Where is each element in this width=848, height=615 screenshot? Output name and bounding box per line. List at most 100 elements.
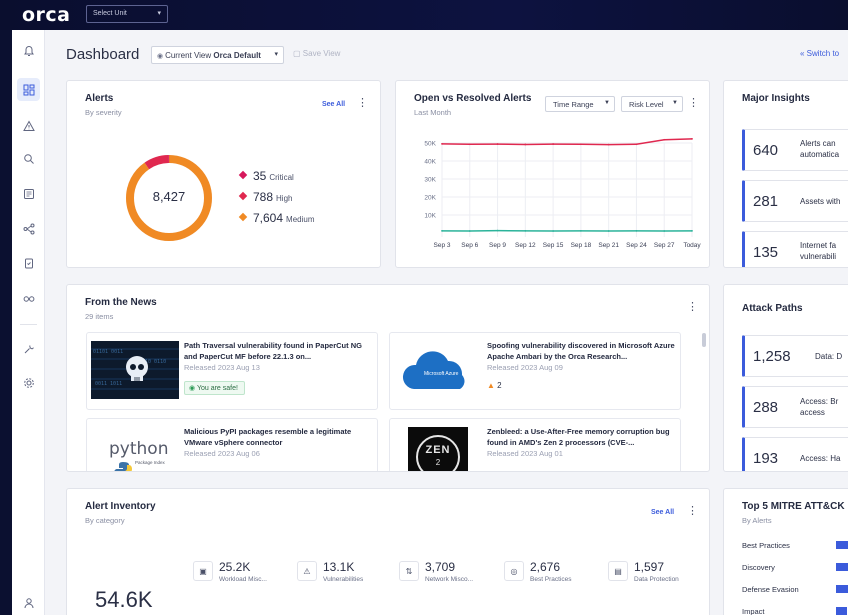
page-title: Dashboard — [66, 46, 140, 63]
series-point — [468, 230, 471, 232]
medium-label: Medium — [286, 215, 315, 224]
inventory-see-all-link[interactable]: See All — [651, 509, 674, 516]
zen-chip-image: ZEN 2 — [408, 427, 468, 471]
series-point — [552, 143, 555, 145]
unit-select-label: Select Unit — [93, 10, 127, 17]
x-tick-label: Today — [683, 242, 701, 249]
switch-to-label: Switch to — [806, 49, 840, 58]
insight-item[interactable]: 281 Assets with — [742, 180, 848, 222]
news-thumbnail: Microsoft Azure — [394, 341, 482, 399]
app-frame: Dashboard ◉ Current View Orca Default ▾ … — [12, 30, 848, 615]
current-view-dropdown[interactable]: ◉ Current View Orca Default ▾ — [151, 46, 284, 64]
alert-triangle-icon[interactable] — [17, 114, 40, 137]
warning-icon: ▲ — [487, 381, 498, 390]
news-scrollbar[interactable] — [702, 333, 706, 347]
alerts-critical-row[interactable]: 35 Critical — [238, 169, 294, 183]
alert-count: 2 — [497, 381, 502, 390]
series-point — [635, 229, 638, 232]
select-unit-dropdown[interactable]: Select Unit ▾ — [86, 5, 168, 23]
inventory-icon[interactable] — [17, 182, 40, 205]
major-insights-card: Major Insights 640 Alerts can automatica… — [723, 80, 848, 268]
alerts-subtitle: By severity — [85, 108, 122, 117]
alerts-card: Alerts By severity See All ⋮ 8,427 35 Cri… — [66, 80, 381, 268]
insight-text: Alerts can automatica — [800, 139, 840, 159]
gear-icon[interactable] — [17, 371, 40, 394]
news-thumbnail: python Package Index — [91, 427, 179, 471]
attack-path-item[interactable]: 1,258 Data: D — [742, 335, 848, 377]
series-point — [691, 229, 693, 232]
risk-level-label: Risk Level — [629, 100, 664, 109]
alerts-title: Alerts — [85, 93, 114, 104]
series-point — [635, 143, 638, 146]
glasses-icon[interactable] — [17, 286, 40, 309]
news-item[interactable]: ZEN 2 Zenbleed: a Use-After-Free memory … — [389, 418, 681, 471]
alerts-high-row[interactable]: 788 High — [238, 190, 293, 204]
current-view-name: Orca Default — [213, 51, 261, 60]
python-wordmark: python — [109, 439, 169, 459]
save-view-label: Save View — [302, 49, 341, 58]
azure-caption: Microsoft Azure — [424, 371, 459, 377]
insight-item[interactable]: 640 Alerts can automatica — [742, 129, 848, 171]
time-range-dropdown[interactable]: Time Range ▼ — [545, 96, 615, 112]
high-label: High — [276, 194, 293, 203]
inventory-title: Alert Inventory — [85, 501, 156, 512]
x-tick-label: Sep 3 — [434, 242, 451, 249]
mitre-bar[interactable] — [836, 541, 848, 549]
mitre-title: Top 5 MITRE ATT&CK — [742, 501, 845, 512]
dashboard-icon[interactable] — [17, 78, 40, 101]
news-card: From the News 29 items ⋮ 01101 0011 1010 … — [66, 284, 710, 472]
mitre-bar[interactable] — [836, 563, 848, 571]
clipboard-icon[interactable] — [17, 251, 40, 274]
news-item[interactable]: 01101 0011 1010 0110 0011 1011 Path Traver… — [86, 332, 378, 410]
high-value: 788 — [253, 190, 274, 204]
stat-label: Vulnerabilities — [323, 576, 364, 583]
more-options-icon[interactable]: ⋮ — [687, 302, 698, 313]
news-headline: Path Traversal vulnerability found in Pa… — [184, 341, 362, 361]
alert-inventory-card: Alert Inventory By category See All ⋮ 54… — [66, 488, 710, 615]
insight-value: 281 — [753, 193, 779, 210]
open-vs-resolved-card: Open vs Resolved Alerts Last Month Time … — [395, 80, 710, 268]
inventory-total: 54.6K — [95, 587, 153, 612]
stat-value: 13.1K — [323, 560, 355, 574]
more-options-icon[interactable]: ⋮ — [687, 506, 698, 517]
python-package-index-caption: Package Index — [135, 460, 165, 465]
top-bar: orca Select Unit ▾ — [0, 0, 848, 30]
more-options-icon[interactable]: ⋮ — [357, 98, 368, 109]
stat-label: Best Practices — [530, 576, 572, 583]
risk-level-dropdown[interactable]: Risk Level ▼ — [621, 96, 683, 112]
graph-icon[interactable] — [17, 217, 40, 240]
mitre-bar[interactable] — [836, 585, 848, 593]
eye-icon: ◉ — [157, 53, 166, 60]
user-icon[interactable] — [17, 591, 40, 614]
more-options-icon[interactable]: ⋮ — [688, 98, 699, 109]
orca-logo[interactable]: orca — [22, 4, 71, 26]
switch-to-link[interactable]: « Switch to — [800, 49, 839, 58]
news-item[interactable]: Microsoft Azure Spoofing vulnerability d… — [389, 332, 681, 410]
search-icon[interactable] — [17, 147, 40, 170]
mitre-bar[interactable] — [836, 607, 847, 615]
x-tick-label: Sep 27 — [654, 242, 675, 249]
insight-value: 640 — [753, 142, 779, 159]
zen-caption-number: 2 — [435, 458, 441, 467]
save-view-button[interactable]: ▢ Save View — [293, 49, 340, 58]
news-item[interactable]: python Package Index Malicious PyPI pack… — [86, 418, 378, 471]
zen-caption: ZEN — [425, 444, 451, 456]
y-tick-label: 20K — [424, 195, 436, 202]
series-point — [579, 229, 582, 232]
wrench-icon[interactable] — [17, 337, 40, 360]
time-range-label: Time Range — [553, 100, 594, 109]
high-marker-icon — [238, 191, 248, 201]
series-line-0[interactable] — [441, 138, 693, 146]
series-point — [441, 143, 443, 145]
bell-icon[interactable] — [17, 39, 40, 62]
chart-subtitle: Last Month — [414, 108, 452, 117]
stat-value: 25.2K — [219, 560, 251, 574]
insights-title: Major Insights — [742, 93, 810, 104]
chevron-down-icon: ▾ — [274, 51, 278, 58]
alerts-medium-row[interactable]: 7,604 Medium — [238, 211, 315, 225]
attack-path-item[interactable]: 193 Access: Ha — [742, 437, 848, 471]
attack-path-item[interactable]: 288 Access: Br access — [742, 386, 848, 428]
insight-item[interactable]: 135 Internet fa vulnerabili — [742, 231, 848, 267]
workload-icon: ▣ — [193, 561, 213, 581]
alerts-see-all-link[interactable]: See All — [322, 101, 345, 108]
